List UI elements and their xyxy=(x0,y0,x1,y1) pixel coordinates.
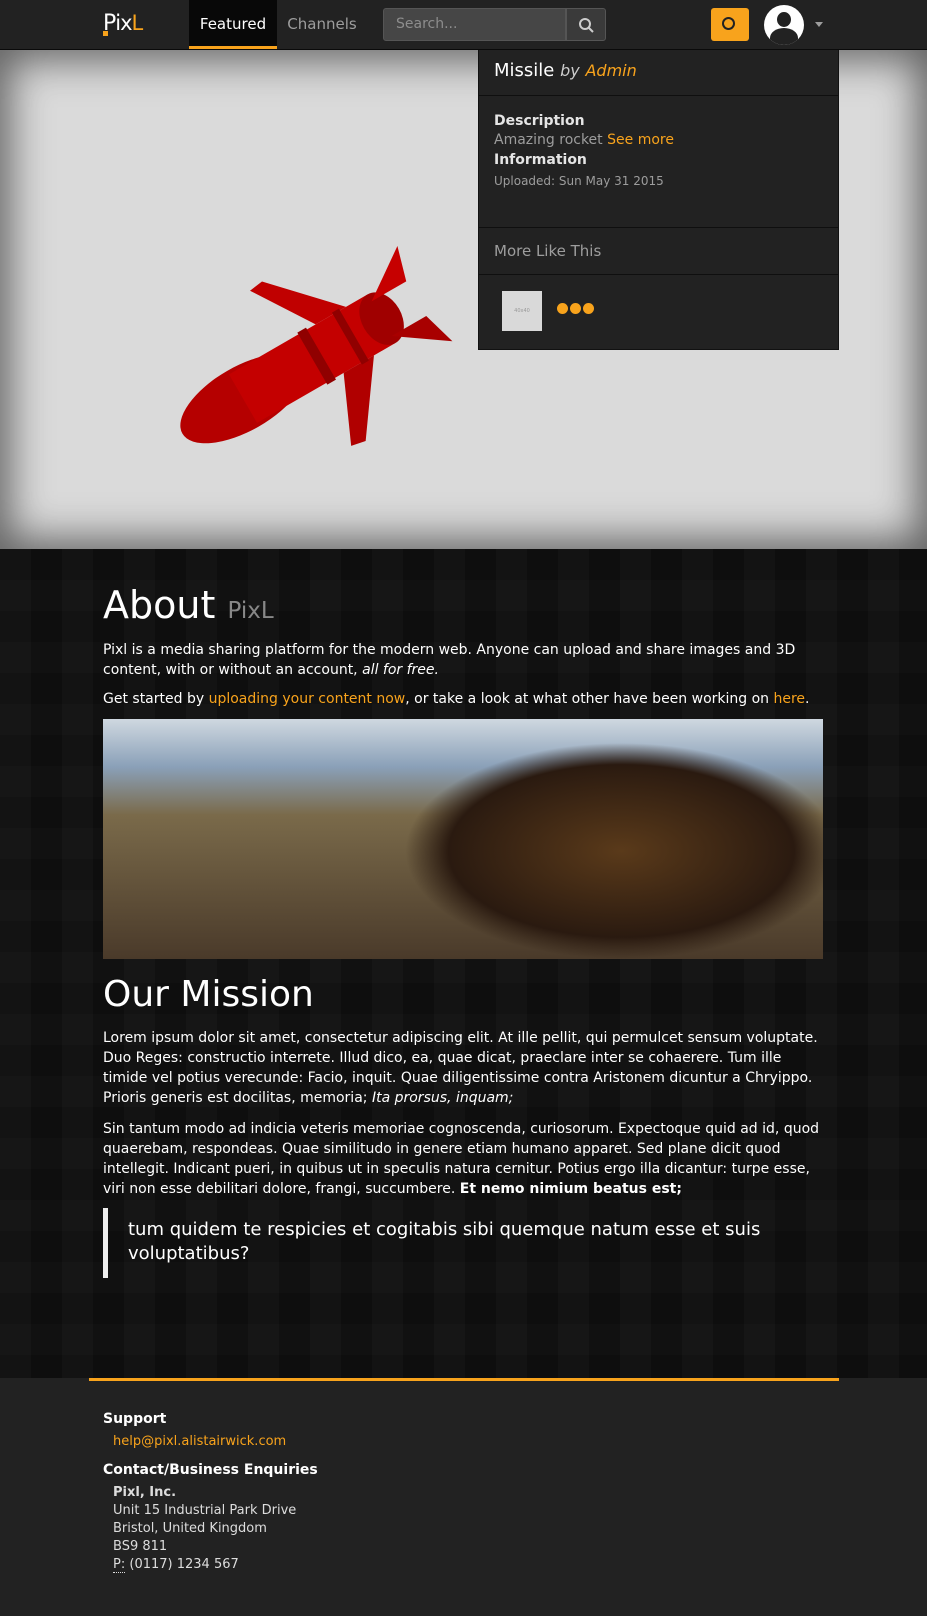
about-section: About PixL Pixl is a media sharing platf… xyxy=(0,549,927,1378)
model-info-panel: Missile by Admin Description Amazing roc… xyxy=(478,50,839,350)
upload-icon xyxy=(722,17,735,30)
description-text: Amazing rocket See more xyxy=(494,132,674,148)
see-more-link[interactable]: See more xyxy=(607,132,674,148)
user-avatar[interactable] xyxy=(764,5,804,45)
more-like-this-heading: More Like This xyxy=(494,242,602,260)
footer: Support help@pixl.alistairwick.com Conta… xyxy=(0,1378,927,1616)
phone-line: P: (0117) 1234 567 xyxy=(113,1557,239,1573)
company-name: Pixl, Inc. xyxy=(113,1485,177,1500)
here-link[interactable]: here xyxy=(773,691,805,707)
brand-logo[interactable]: PixL xyxy=(103,11,143,39)
related-thumbnail[interactable]: 40x40 xyxy=(502,291,542,331)
contact-heading: Contact/Business Enquiries xyxy=(103,1462,318,1478)
support-heading: Support xyxy=(103,1411,167,1427)
model-viewer[interactable]: Missile by Admin Description Amazing roc… xyxy=(0,50,927,549)
description-label: Description xyxy=(494,113,585,129)
address-line-1: Unit 15 Industrial Park Drive xyxy=(113,1503,297,1518)
search-icon xyxy=(579,18,594,33)
mission-paragraph-2: Sin tantum modo ad indicia veteris memor… xyxy=(103,1121,820,1197)
postcode: BS9 811 xyxy=(113,1539,168,1554)
search-button[interactable] xyxy=(566,8,606,41)
address-line-2: Bristol, United Kingdom xyxy=(113,1521,267,1536)
get-started-text: Get started by uploading your content no… xyxy=(103,691,810,707)
mission-quote: tum quidem te respicies et cogitabis sib… xyxy=(103,1208,803,1278)
upload-button[interactable] xyxy=(711,8,749,41)
cat-banner-image xyxy=(103,719,823,959)
loading-dot xyxy=(570,303,581,314)
about-heading: About PixL xyxy=(103,583,274,627)
information-label: Information xyxy=(494,152,587,168)
mission-paragraph-1: Lorem ipsum dolor sit amet, consectetur … xyxy=(103,1030,818,1106)
loading-dot xyxy=(557,303,568,314)
loading-dot xyxy=(583,303,594,314)
about-intro: Pixl is a media sharing platform for the… xyxy=(103,642,796,678)
support-email-link[interactable]: help@pixl.alistairwick.com xyxy=(113,1434,286,1449)
missile-model[interactable] xyxy=(90,180,510,540)
search-input[interactable]: Search... xyxy=(383,8,566,41)
top-navbar: PixL Featured Channels Search... xyxy=(0,0,927,50)
footer-divider xyxy=(89,1378,839,1381)
upload-date: Uploaded: Sun May 31 2015 xyxy=(494,174,664,188)
model-title: Missile by Admin xyxy=(494,60,637,81)
chevron-down-icon[interactable] xyxy=(815,22,823,27)
tab-featured[interactable]: Featured xyxy=(189,0,277,49)
upload-content-link[interactable]: uploading your content now xyxy=(209,691,406,707)
tab-channels[interactable]: Channels xyxy=(277,0,367,49)
author-link[interactable]: Admin xyxy=(585,61,636,80)
mission-heading: Our Mission xyxy=(103,974,314,1015)
